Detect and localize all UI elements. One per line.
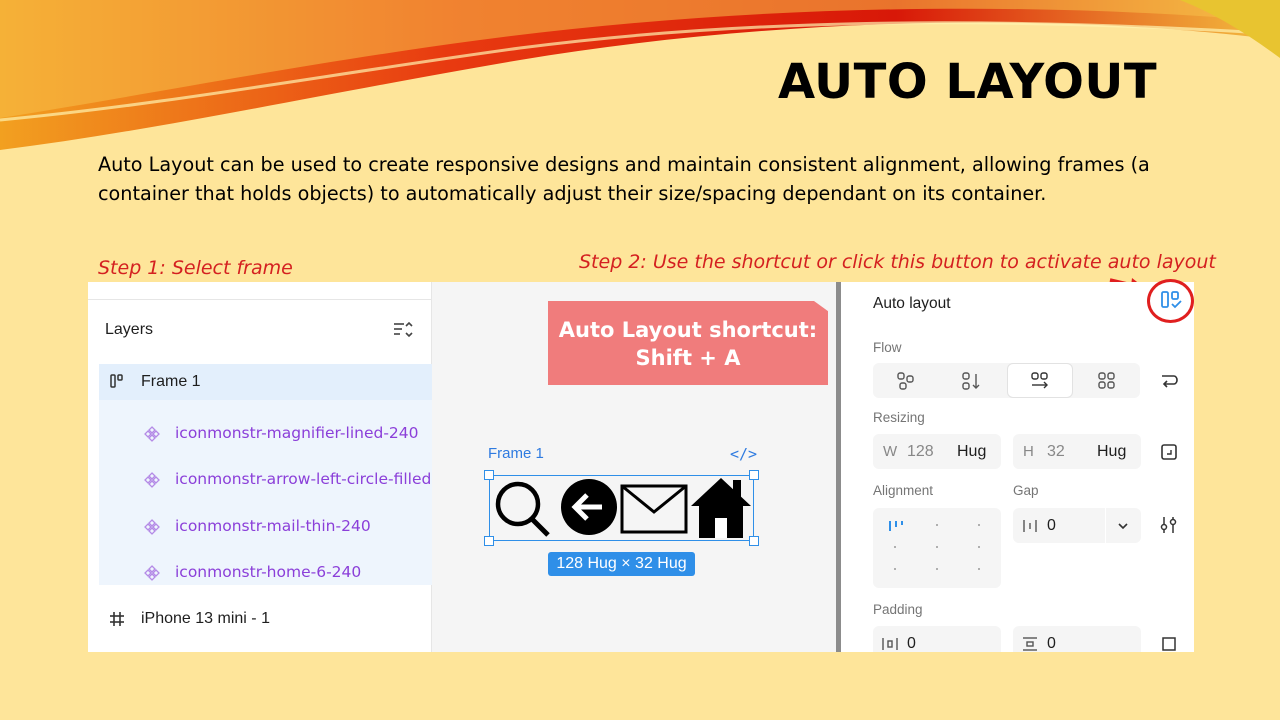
layer-label-home: iconmonstr-home-6-240 xyxy=(175,563,362,581)
vertical-padding-icon xyxy=(1023,637,1037,651)
advanced-settings-icon[interactable] xyxy=(1159,515,1179,535)
height-field[interactable]: H 32 Hug xyxy=(1013,434,1141,469)
slide-body-text: Auto Layout can be used to create respon… xyxy=(98,153,1150,205)
layer-row-iphone[interactable]: iPhone 13 mini - 1 xyxy=(88,596,432,642)
magnifier-icon xyxy=(495,481,550,537)
code-icon[interactable]: </> xyxy=(730,445,757,463)
gap-icon xyxy=(1023,520,1037,532)
flow-button-group xyxy=(873,363,1140,398)
highlight-circle xyxy=(1147,279,1194,323)
width-field[interactable]: W 128 Hug xyxy=(873,434,1001,469)
flow-freeform-button[interactable] xyxy=(873,363,939,398)
vertical-padding-value: 0 xyxy=(1047,635,1056,652)
home-icon xyxy=(691,478,751,538)
align-dot[interactable] xyxy=(978,546,980,548)
layer-label-arrow-left: iconmonstr-arrow-left-circle-filled xyxy=(175,470,432,488)
flow-grid-button[interactable] xyxy=(1074,363,1140,398)
align-top-left-icon[interactable] xyxy=(887,518,905,534)
vertical-padding-field[interactable]: 0 xyxy=(1013,626,1141,652)
wrap-icon[interactable] xyxy=(1159,372,1179,390)
shortcut-callout-line1: Auto Layout shortcut: xyxy=(558,318,818,342)
align-dot[interactable] xyxy=(936,524,938,526)
step2-caption: Step 2: Use the shortcut or click this b… xyxy=(579,251,1216,273)
auto-layout-frame-icon xyxy=(110,374,123,388)
selected-frame[interactable] xyxy=(484,470,759,546)
gap-field-separator xyxy=(1105,508,1106,543)
resize-to-fit-icon[interactable] xyxy=(1160,443,1178,461)
flow-vertical-button[interactable] xyxy=(939,363,1005,398)
layer-label-magnifier: iconmonstr-magnifier-lined-240 xyxy=(175,424,419,442)
component-instance-icon xyxy=(144,519,160,535)
component-instance-icon xyxy=(144,565,160,581)
resize-handle-bottom-left[interactable] xyxy=(484,536,494,546)
padding-label: Padding xyxy=(873,602,923,617)
gap-label: Gap xyxy=(1013,483,1039,498)
layer-row-magnifier[interactable]: iconmonstr-magnifier-lined-240 xyxy=(88,411,432,457)
figma-screenshot: Layers Frame 1 iconmonstr-magnifier-line… xyxy=(88,282,1194,652)
align-dot[interactable] xyxy=(936,546,938,548)
width-value: 128 xyxy=(907,443,934,460)
slide-title: AUTO LAYOUT xyxy=(778,54,1158,110)
frame-size-badge: 128 Hug × 32 Hug xyxy=(548,552,695,576)
height-prefix: H xyxy=(1023,443,1034,460)
horizontal-padding-value: 0 xyxy=(907,635,916,652)
grid-flow-icon xyxy=(1098,371,1115,389)
layers-panel-title: Layers xyxy=(105,321,154,338)
layer-label-frame-1: Frame 1 xyxy=(141,373,201,390)
alignment-grid[interactable] xyxy=(873,508,1001,588)
resize-handle-top-left[interactable] xyxy=(484,470,494,480)
shortcut-callout: Auto Layout shortcut: Shift + A xyxy=(548,301,828,385)
gap-value: 0 xyxy=(1047,517,1056,534)
horizontal-flow-icon xyxy=(1031,371,1048,388)
flow-horizontal-button[interactable] xyxy=(1007,363,1073,398)
layer-label-iphone: iPhone 13 mini - 1 xyxy=(141,610,270,627)
align-dot[interactable] xyxy=(978,568,980,570)
align-dot[interactable] xyxy=(978,524,980,526)
mail-icon xyxy=(620,484,688,534)
horizontal-padding-field[interactable]: 0 xyxy=(873,626,1001,652)
canvas-frame-label[interactable]: Frame 1 xyxy=(488,445,544,462)
frame-hash-icon xyxy=(110,612,124,626)
alignment-label: Alignment xyxy=(873,483,934,498)
layer-row-arrow-left[interactable]: iconmonstr-arrow-left-circle-filled xyxy=(88,457,432,503)
layer-label-mail: iconmonstr-mail-thin-240 xyxy=(175,517,371,535)
panel-divider xyxy=(88,299,432,300)
sort-layers-icon[interactable] xyxy=(392,320,414,340)
width-mode[interactable]: Hug xyxy=(957,443,986,461)
chevron-down-icon[interactable] xyxy=(1117,521,1129,531)
height-mode[interactable]: Hug xyxy=(1097,443,1126,461)
layer-row-home[interactable]: iconmonstr-home-6-240 xyxy=(88,550,432,596)
component-instance-icon xyxy=(144,472,160,488)
gap-field[interactable]: 0 xyxy=(1013,508,1141,543)
resizing-label: Resizing xyxy=(873,410,925,425)
layers-panel: Layers Frame 1 iconmonstr-magnifier-line… xyxy=(88,282,432,652)
align-dot[interactable] xyxy=(936,568,938,570)
width-prefix: W xyxy=(883,443,898,460)
resize-handle-top-right[interactable] xyxy=(749,470,759,480)
layer-row-frame-1[interactable]: Frame 1 xyxy=(88,359,432,405)
freeform-icon xyxy=(897,371,914,390)
flow-label: Flow xyxy=(873,340,902,355)
align-dot[interactable] xyxy=(894,546,896,548)
component-instance-icon xyxy=(144,426,160,442)
resize-handle-bottom-right[interactable] xyxy=(749,536,759,546)
height-value: 32 xyxy=(1047,443,1065,460)
individual-padding-icon[interactable] xyxy=(1160,635,1178,652)
horizontal-padding-icon xyxy=(882,638,898,650)
properties-panel: Auto layout Flow Resizing W 128 Hug H 32… xyxy=(841,282,1194,652)
arrow-left-circle-icon xyxy=(561,479,617,535)
shortcut-callout-line2: Shift + A xyxy=(635,346,741,370)
step1-caption: Step 1: Select frame xyxy=(98,257,293,279)
auto-layout-title: Auto layout xyxy=(873,295,951,312)
layer-row-mail[interactable]: iconmonstr-mail-thin-240 xyxy=(88,504,432,550)
align-dot[interactable] xyxy=(894,568,896,570)
vertical-flow-icon xyxy=(962,371,980,390)
